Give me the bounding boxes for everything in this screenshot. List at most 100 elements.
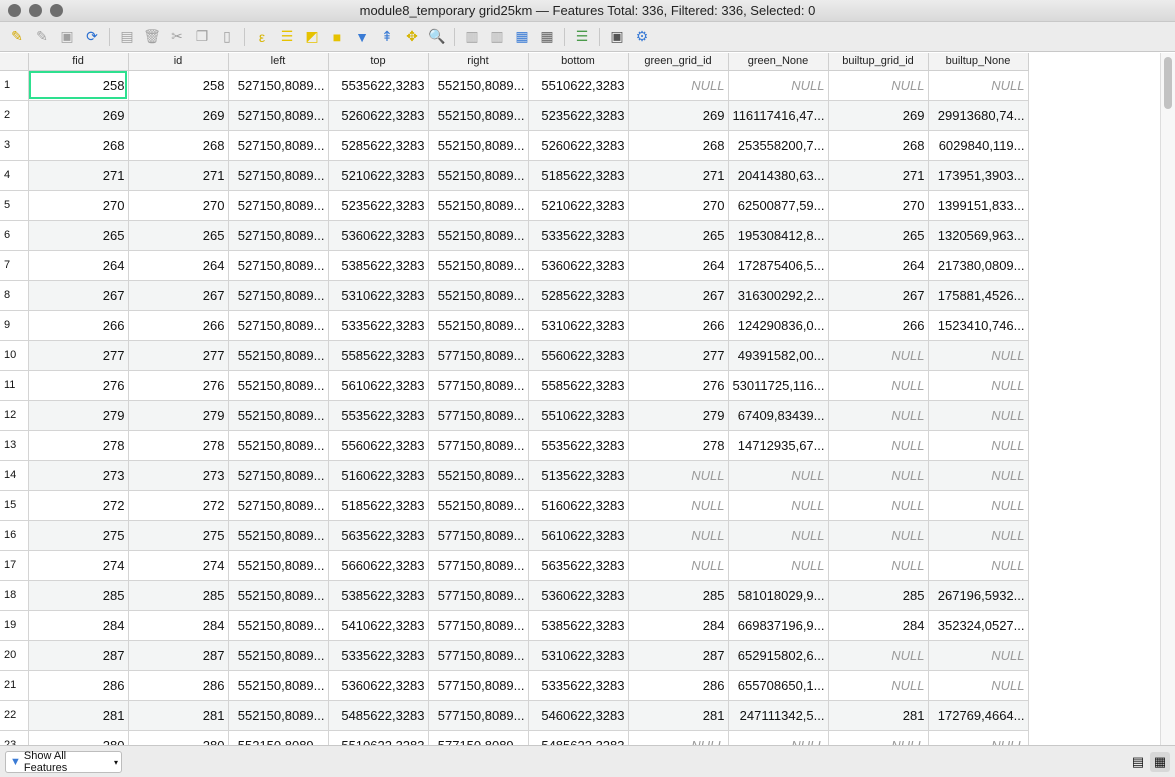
minimize-window-button[interactable] bbox=[29, 4, 42, 17]
table-row[interactable]: 23 280 280 552150,8089... 5510622,3283 577150… bbox=[0, 730, 1029, 745]
cell-top[interactable]: 5235622,3283 bbox=[328, 190, 429, 221]
cell-green-none[interactable]: 655708650,1... bbox=[728, 670, 829, 701]
cell-fid[interactable]: 272 bbox=[28, 490, 129, 521]
cell-right[interactable]: 577150,8089... bbox=[428, 610, 529, 641]
cell-builtup-grid-id[interactable]: NULL bbox=[828, 70, 929, 101]
cell-fid[interactable]: 270 bbox=[28, 190, 129, 221]
cell-green-none[interactable]: 316300292,2... bbox=[728, 280, 829, 311]
move-selection-top-icon[interactable]: ⇞ bbox=[376, 26, 398, 48]
cell-id[interactable]: 284 bbox=[128, 610, 229, 641]
table-row[interactable]: 5 270 270 527150,8089... 5235622,3283 552150,… bbox=[0, 190, 1029, 221]
cell-builtup-none[interactable]: NULL bbox=[928, 340, 1029, 371]
cell-green-none[interactable]: 53011725,116... bbox=[728, 370, 829, 401]
row-header[interactable]: 15 bbox=[0, 490, 29, 521]
cell-id[interactable]: 269 bbox=[128, 100, 229, 131]
cell-id[interactable]: 287 bbox=[128, 640, 229, 671]
cell-green-none[interactable]: 669837196,9... bbox=[728, 610, 829, 641]
table-row[interactable]: 9 266 266 527150,8089... 5335622,3283 552150,… bbox=[0, 310, 1029, 341]
cell-right[interactable]: 577150,8089... bbox=[428, 340, 529, 371]
cell-left[interactable]: 552150,8089... bbox=[228, 550, 329, 581]
cell-right[interactable]: 552150,8089... bbox=[428, 220, 529, 251]
cell-top[interactable]: 5610622,3283 bbox=[328, 370, 429, 401]
cell-id[interactable]: 273 bbox=[128, 460, 229, 491]
cell-left[interactable]: 552150,8089... bbox=[228, 520, 329, 551]
cell-green-none[interactable]: NULL bbox=[728, 490, 829, 521]
cell-left[interactable]: 552150,8089... bbox=[228, 610, 329, 641]
cell-green-none[interactable]: 253558200,7... bbox=[728, 130, 829, 161]
cell-builtup-none[interactable]: NULL bbox=[928, 640, 1029, 671]
cell-id[interactable]: 270 bbox=[128, 190, 229, 221]
cell-builtup-none[interactable]: NULL bbox=[928, 70, 1029, 101]
cell-left[interactable]: 552150,8089... bbox=[228, 430, 329, 461]
cell-builtup-grid-id[interactable]: NULL bbox=[828, 430, 929, 461]
cell-top[interactable]: 5485622,3283 bbox=[328, 700, 429, 731]
cell-green-grid-id[interactable]: 277 bbox=[628, 340, 729, 371]
cell-left[interactable]: 552150,8089... bbox=[228, 580, 329, 611]
cell-green-grid-id[interactable]: 269 bbox=[628, 100, 729, 131]
cell-builtup-none[interactable]: 1320569,963... bbox=[928, 220, 1029, 251]
cell-left[interactable]: 527150,8089... bbox=[228, 460, 329, 491]
cell-builtup-grid-id[interactable]: 266 bbox=[828, 310, 929, 341]
row-header[interactable]: 10 bbox=[0, 340, 29, 371]
cell-bottom[interactable]: 5385622,3283 bbox=[528, 610, 629, 641]
cell-left[interactable]: 527150,8089... bbox=[228, 250, 329, 281]
cell-right[interactable]: 552150,8089... bbox=[428, 100, 529, 131]
cell-fid[interactable]: 281 bbox=[28, 700, 129, 731]
cell-builtup-grid-id[interactable]: 270 bbox=[828, 190, 929, 221]
cell-builtup-none[interactable]: NULL bbox=[928, 730, 1029, 745]
row-header[interactable]: 8 bbox=[0, 280, 29, 311]
cell-bottom[interactable]: 5510622,3283 bbox=[528, 70, 629, 101]
cell-right[interactable]: 552150,8089... bbox=[428, 160, 529, 191]
cell-green-none[interactable]: 49391582,00... bbox=[728, 340, 829, 371]
cell-right[interactable]: 577150,8089... bbox=[428, 400, 529, 431]
cell-builtup-none[interactable]: NULL bbox=[928, 550, 1029, 581]
cell-left[interactable]: 552150,8089... bbox=[228, 340, 329, 371]
cell-left[interactable]: 527150,8089... bbox=[228, 160, 329, 191]
cell-fid[interactable]: 267 bbox=[28, 280, 129, 311]
cell-builtup-grid-id[interactable]: 269 bbox=[828, 100, 929, 131]
cell-green-none[interactable]: 124290836,0... bbox=[728, 310, 829, 341]
cell-builtup-none[interactable]: NULL bbox=[928, 460, 1029, 491]
cell-top[interactable]: 5335622,3283 bbox=[328, 310, 429, 341]
column-header-top[interactable]: top bbox=[328, 53, 429, 71]
cell-id[interactable]: 271 bbox=[128, 160, 229, 191]
cell-builtup-grid-id[interactable]: NULL bbox=[828, 520, 929, 551]
cell-builtup-grid-id[interactable]: NULL bbox=[828, 370, 929, 401]
row-header[interactable]: 5 bbox=[0, 190, 29, 221]
cell-left[interactable]: 527150,8089... bbox=[228, 220, 329, 251]
paste-icon[interactable]: ▯ bbox=[216, 26, 238, 48]
save-icon[interactable]: ▣ bbox=[56, 26, 78, 48]
cell-id[interactable]: 268 bbox=[128, 130, 229, 161]
cell-fid[interactable]: 284 bbox=[28, 610, 129, 641]
vertical-scrollbar[interactable] bbox=[1160, 53, 1175, 745]
cell-id[interactable]: 275 bbox=[128, 520, 229, 551]
cell-bottom[interactable]: 5585622,3283 bbox=[528, 370, 629, 401]
cell-builtup-grid-id[interactable]: 285 bbox=[828, 580, 929, 611]
cell-top[interactable]: 5210622,3283 bbox=[328, 160, 429, 191]
cell-id[interactable]: 267 bbox=[128, 280, 229, 311]
cell-fid[interactable]: 275 bbox=[28, 520, 129, 551]
cell-right[interactable]: 552150,8089... bbox=[428, 70, 529, 101]
cell-bottom[interactable]: 5310622,3283 bbox=[528, 640, 629, 671]
cell-fid[interactable]: 280 bbox=[28, 730, 129, 745]
field-calculator-icon[interactable]: ▦ bbox=[511, 26, 533, 48]
cell-id[interactable]: 272 bbox=[128, 490, 229, 521]
select-by-expression-icon[interactable]: ε bbox=[251, 26, 273, 48]
cell-builtup-grid-id[interactable]: NULL bbox=[828, 670, 929, 701]
cell-right[interactable]: 577150,8089... bbox=[428, 730, 529, 745]
delete-field-icon[interactable]: ▥ bbox=[486, 26, 508, 48]
filter-icon[interactable]: ▼ bbox=[351, 26, 373, 48]
table-row[interactable]: 21 286 286 552150,8089... 5360622,3283 577150… bbox=[0, 670, 1029, 701]
cell-builtup-none[interactable]: 217380,0809... bbox=[928, 250, 1029, 281]
cell-top[interactable]: 5310622,3283 bbox=[328, 280, 429, 311]
cell-left[interactable]: 552150,8089... bbox=[228, 400, 329, 431]
cell-builtup-grid-id[interactable]: NULL bbox=[828, 730, 929, 745]
cell-id[interactable]: 258 bbox=[128, 70, 229, 101]
table-row[interactable]: 7 264 264 527150,8089... 5385622,3283 552150,… bbox=[0, 250, 1029, 281]
cell-id[interactable]: 266 bbox=[128, 310, 229, 341]
cell-bottom[interactable]: 5560622,3283 bbox=[528, 340, 629, 371]
table-row[interactable]: 1 258 258 527150,8089... 5535622,3283 552150,… bbox=[0, 70, 1029, 101]
cell-builtup-grid-id[interactable]: NULL bbox=[828, 400, 929, 431]
cell-id[interactable]: 264 bbox=[128, 250, 229, 281]
cell-right[interactable]: 552150,8089... bbox=[428, 310, 529, 341]
